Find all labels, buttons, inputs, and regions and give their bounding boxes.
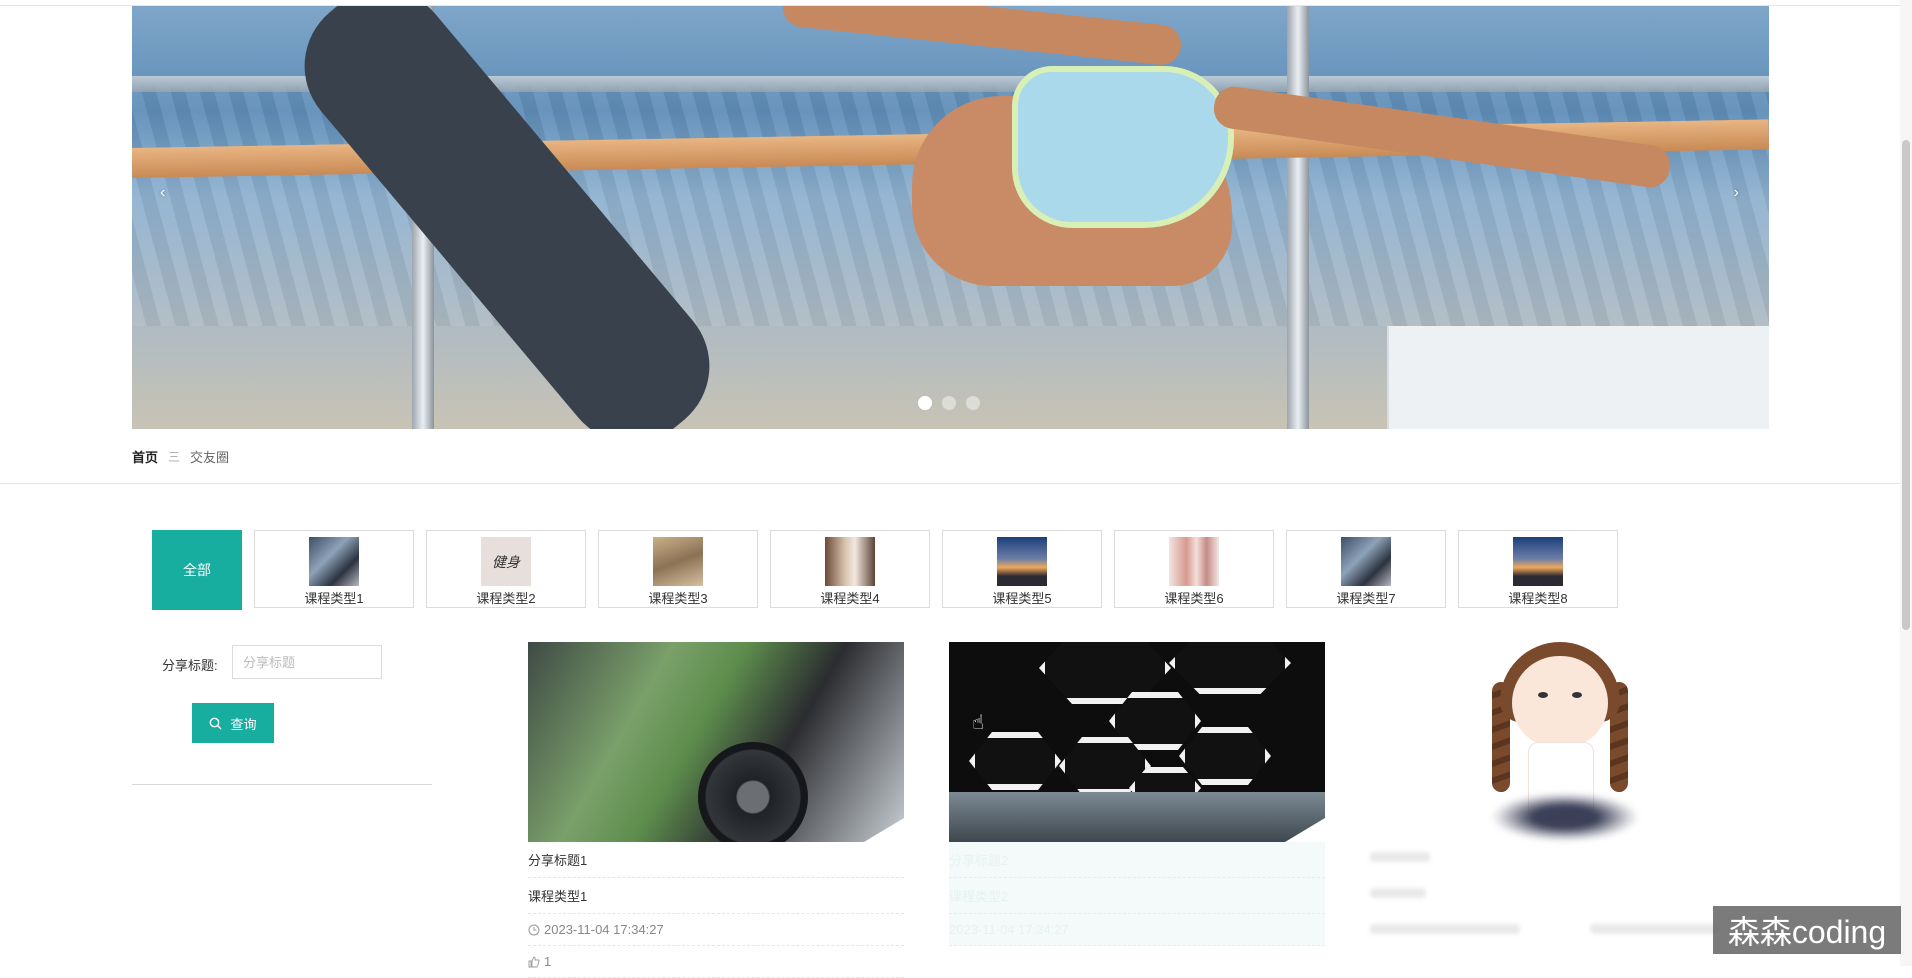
category-label: 课程类型4	[820, 591, 880, 606]
banner-carousel[interactable]: ‹ ›	[132, 6, 1769, 429]
banner-radiator	[1387, 326, 1769, 429]
divider	[0, 483, 1900, 484]
card-likes: 1	[528, 946, 904, 978]
faded-text	[1370, 888, 1426, 898]
category-thumbnail	[997, 537, 1047, 586]
carousel-dot[interactable]	[918, 396, 932, 410]
card-title: 分享标题1	[528, 842, 904, 878]
scrollbar-thumb[interactable]	[1902, 140, 1910, 630]
breadcrumb-home[interactable]: 首页	[132, 447, 158, 466]
category-thumbnail	[1513, 537, 1563, 586]
category-item[interactable]: 课程类型3	[598, 530, 758, 608]
avatar-face	[1512, 656, 1608, 748]
banner-figure-top	[1012, 66, 1234, 228]
avatar-eye	[1538, 692, 1548, 698]
category-filter: 全部 课程类型1 课程类型2 课程类型3 课程类型4 课程类型5 课程类型6 课…	[152, 530, 1618, 610]
hand-cursor-icon: ☝	[972, 712, 985, 734]
card-title: 分享标题2	[949, 842, 1325, 878]
category-item[interactable]: 课程类型5	[942, 530, 1102, 608]
category-label: 课程类型8	[1508, 591, 1568, 606]
card-image[interactable]	[949, 642, 1325, 842]
search-input[interactable]	[232, 645, 382, 679]
card-time-text: 2023-11-04 17:34:27	[544, 922, 664, 937]
category-thumbnail	[481, 537, 531, 586]
breadcrumb-current: 交友圈	[190, 450, 230, 465]
category-item[interactable]: 课程类型6	[1114, 530, 1274, 608]
category-thumbnail	[309, 537, 359, 586]
share-card[interactable]	[1360, 640, 1750, 966]
category-label: 课程类型7	[1336, 591, 1396, 606]
category-item[interactable]: 课程类型7	[1286, 530, 1446, 608]
card-likes-count: 1	[544, 954, 552, 969]
search-button[interactable]: 查询	[192, 703, 274, 743]
card-image-corner	[1285, 818, 1325, 842]
watermark: 森森coding	[1713, 906, 1901, 954]
category-all-button[interactable]: 全部	[152, 530, 242, 610]
faded-text	[1370, 852, 1430, 862]
banner-pole	[1287, 6, 1309, 429]
category-thumbnail	[825, 537, 875, 586]
share-card[interactable]: 分享标题2 课程类型2 2023-11-04 17:34:27	[949, 642, 1325, 946]
breadcrumb: 首页 三 交友圈	[132, 447, 229, 466]
carousel-dot[interactable]	[966, 396, 980, 410]
category-item[interactable]: 课程类型4	[770, 530, 930, 608]
category-item[interactable]: 课程类型1	[254, 530, 414, 608]
divider	[132, 784, 432, 785]
clock-icon	[528, 924, 540, 935]
card-type: 课程类型2	[949, 878, 1325, 914]
avatar-image[interactable]	[1480, 642, 1640, 842]
avatar-eye	[1572, 692, 1582, 698]
ceiling-light	[1179, 727, 1271, 785]
category-thumbnail	[653, 537, 703, 586]
category-item[interactable]: 课程类型2	[426, 530, 586, 608]
search-label: 分享标题:	[162, 658, 218, 673]
scrollbar[interactable]	[1900, 0, 1912, 966]
category-item[interactable]: 课程类型8	[1458, 530, 1618, 608]
avatar-shadow	[1490, 792, 1640, 842]
gym-floor	[949, 792, 1325, 842]
next-arrow-icon[interactable]: ›	[1734, 184, 1739, 202]
category-label: 课程类型6	[1164, 591, 1224, 606]
category-label: 课程类型5	[992, 591, 1052, 606]
category-thumbnail	[1169, 537, 1219, 586]
ceiling-light	[1169, 642, 1291, 694]
card-type: 课程类型1	[528, 878, 904, 914]
carousel-dot[interactable]	[942, 396, 956, 410]
category-label: 课程类型3	[648, 591, 708, 606]
search-button-label: 查询	[230, 716, 257, 732]
card-time: 2023-11-04 17:34:27	[949, 914, 1325, 946]
card-image[interactable]	[528, 642, 904, 842]
category-label: 课程类型1	[304, 591, 364, 606]
category-label: 课程类型2	[476, 591, 536, 606]
card-time: 2023-11-04 17:34:27	[528, 914, 904, 946]
prev-arrow-icon[interactable]: ‹	[160, 184, 165, 202]
faded-text	[1370, 924, 1520, 934]
card-body: 分享标题2 课程类型2 2023-11-04 17:34:27	[949, 842, 1325, 946]
share-card[interactable]: 分享标题1 课程类型1 2023-11-04 17:34:27 1	[528, 642, 904, 978]
banner-figure-arm	[781, 6, 1183, 67]
faded-text	[1590, 924, 1720, 934]
breadcrumb-separator: 三	[168, 450, 181, 464]
carousel-indicators	[918, 396, 980, 410]
category-thumbnail	[1341, 537, 1391, 586]
search-icon	[210, 717, 222, 729]
ceiling-light	[969, 732, 1061, 790]
card-image-corner	[864, 818, 904, 842]
card-image-plate	[698, 742, 808, 842]
